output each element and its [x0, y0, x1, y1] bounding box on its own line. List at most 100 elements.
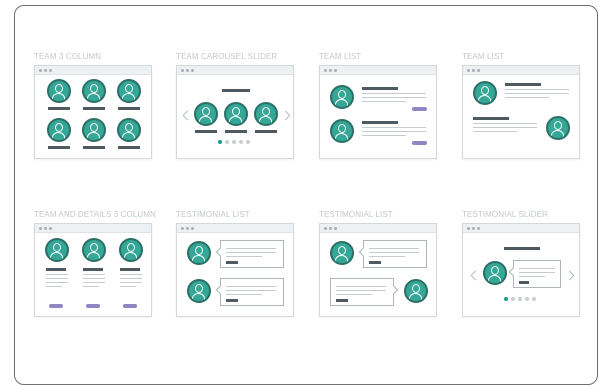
- placeholder-heading: [83, 268, 103, 271]
- slider-dot[interactable]: [246, 140, 250, 144]
- thumbnail-content: [320, 75, 436, 158]
- placeholder-heading: [120, 268, 140, 271]
- user-avatar-icon: [224, 102, 248, 126]
- placeholder-heading: [226, 261, 238, 264]
- placeholder-heading: [336, 299, 348, 302]
- placeholder-text-line: [362, 97, 426, 98]
- placeholder-text-line: [362, 131, 426, 132]
- placeholder-heading: [369, 261, 381, 264]
- slider-dot[interactable]: [511, 297, 515, 301]
- window-dot-icon: [477, 227, 480, 230]
- placeholder-text-line: [505, 93, 569, 94]
- window-dot-icon: [329, 227, 332, 230]
- thumbnail-content: [463, 75, 579, 158]
- placeholder-heading: [83, 107, 105, 110]
- details-button[interactable]: [412, 141, 427, 145]
- chevron-right-icon[interactable]: [564, 270, 575, 281]
- user-avatar-icon: [117, 79, 141, 103]
- window-dot-icon: [191, 227, 194, 230]
- details-button[interactable]: [49, 304, 63, 308]
- user-avatar-icon: [404, 279, 428, 303]
- window-dot-icon: [181, 227, 184, 230]
- slider-dot[interactable]: [232, 140, 236, 144]
- placeholder-text-line: [362, 135, 406, 136]
- placeholder-text-line: [226, 256, 262, 257]
- testimonial-bubble: [330, 278, 394, 306]
- placeholder-text-line: [83, 278, 105, 279]
- slider-dot[interactable]: [225, 140, 229, 144]
- template-testimonial-slider[interactable]: TESTIMONIAL SLIDER: [462, 210, 580, 318]
- window-dot-icon: [181, 69, 184, 72]
- window-dot-icon: [329, 69, 332, 72]
- template-label: TESTIMONIAL LIST: [176, 210, 250, 219]
- template-label: TEAM 3 COLUMN: [34, 52, 102, 61]
- placeholder-text-line: [226, 252, 276, 253]
- placeholder-text-line: [519, 272, 555, 273]
- user-avatar-icon: [187, 279, 211, 303]
- details-button[interactable]: [412, 107, 427, 111]
- placeholder-text-line: [362, 127, 426, 128]
- slider-dot[interactable]: [532, 297, 536, 301]
- template-label: TEAM LIST: [319, 52, 362, 61]
- window-dot-icon: [467, 69, 470, 72]
- placeholder-text-line: [83, 282, 105, 283]
- thumbnail-content: [35, 75, 151, 158]
- placeholder-heading: [222, 89, 250, 92]
- placeholder-text-line: [120, 278, 142, 279]
- placeholder-text-line: [362, 93, 426, 94]
- placeholder-text-line: [362, 101, 406, 102]
- slider-dot[interactable]: [518, 297, 522, 301]
- template-team-list[interactable]: TEAM LIST: [319, 52, 437, 160]
- thumbnail-content: [320, 233, 436, 316]
- thumbnail-content: [35, 233, 151, 316]
- chevron-left-icon[interactable]: [182, 110, 193, 121]
- chevron-left-icon[interactable]: [470, 270, 481, 281]
- template-thumbnail[interactable]: [462, 223, 580, 317]
- template-team-list-alternate[interactable]: TEAM LIST: [462, 52, 580, 160]
- placeholder-text-line: [226, 294, 262, 295]
- template-team-details-3-column[interactable]: TEAM AND DETAILS 3 COLUMN: [34, 210, 156, 318]
- user-avatar-icon: [117, 118, 141, 142]
- template-thumbnail[interactable]: [176, 223, 294, 317]
- template-team-carousel-slider[interactable]: TEAM CAROUSEL SLIDER: [176, 52, 294, 160]
- template-thumbnail[interactable]: [34, 65, 152, 159]
- details-button[interactable]: [86, 304, 100, 308]
- template-label: TESTIMONIAL SLIDER: [462, 210, 548, 219]
- template-testimonial-list-alternate[interactable]: TESTIMONIAL LIST: [319, 210, 437, 318]
- template-thumbnail[interactable]: [319, 223, 437, 317]
- window-dot-icon: [39, 227, 42, 230]
- template-thumbnail[interactable]: [34, 223, 152, 317]
- placeholder-heading: [118, 146, 140, 149]
- user-avatar-icon: [82, 79, 106, 103]
- template-testimonial-list[interactable]: TESTIMONIAL LIST: [176, 210, 294, 318]
- slider-dot-active[interactable]: [504, 297, 508, 301]
- slider-dot[interactable]: [525, 297, 529, 301]
- user-avatar-icon: [330, 85, 354, 109]
- placeholder-text-line: [226, 290, 276, 291]
- window-dot-icon: [324, 69, 327, 72]
- window-dot-icon: [39, 69, 42, 72]
- user-avatar-icon: [82, 238, 106, 262]
- template-thumbnail[interactable]: [319, 65, 437, 159]
- slider-dot[interactable]: [239, 140, 243, 144]
- details-button[interactable]: [123, 304, 137, 308]
- template-team-3-column[interactable]: TEAM 3 COLUMN: [34, 52, 152, 160]
- window-dot-icon: [44, 69, 47, 72]
- window-dot-icon: [472, 227, 475, 230]
- user-avatar-icon: [119, 238, 143, 262]
- placeholder-text-line: [120, 274, 142, 275]
- chevron-right-icon[interactable]: [280, 110, 291, 121]
- placeholder-heading: [504, 247, 540, 250]
- placeholder-heading: [505, 83, 541, 86]
- user-avatar-icon: [47, 118, 71, 142]
- placeholder-text-line: [46, 286, 62, 287]
- template-thumbnail[interactable]: [462, 65, 580, 159]
- template-label: TEAM CAROUSEL SLIDER: [176, 52, 278, 61]
- user-avatar-icon: [330, 119, 354, 143]
- placeholder-heading: [83, 146, 105, 149]
- window-dot-icon: [472, 69, 475, 72]
- placeholder-text-line: [83, 286, 99, 287]
- slider-dot-active[interactable]: [218, 140, 222, 144]
- placeholder-text-line: [226, 286, 276, 287]
- template-thumbnail[interactable]: [176, 65, 294, 159]
